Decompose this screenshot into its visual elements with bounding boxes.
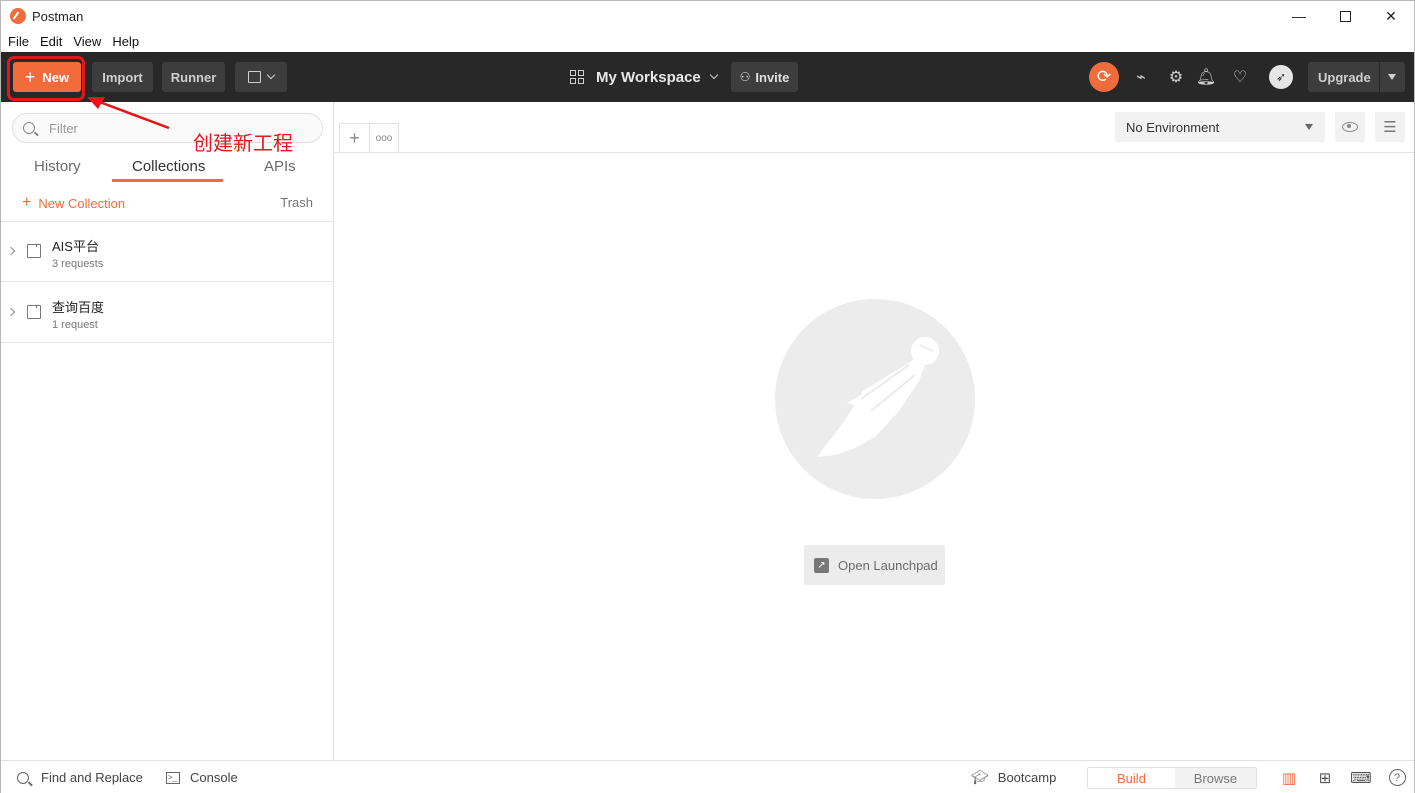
help-button[interactable]: ? (1386, 761, 1408, 793)
search-icon (17, 771, 29, 784)
bootcamp-label: Bootcamp (997, 770, 1057, 785)
bootcamp-button[interactable]: 🎓︎ Bootcamp (971, 761, 1056, 793)
environment-value: No Environment (1126, 119, 1220, 135)
two-pane-icon[interactable]: ▥ (1278, 761, 1300, 793)
environment-quick-look-button[interactable] (1335, 112, 1365, 142)
launchpad-label: Open Launchpad (838, 557, 938, 573)
split-icon[interactable]: ⊞ (1314, 761, 1336, 793)
request-tab-bar: + ooo No Environment ☰ (334, 102, 1414, 153)
add-tab-button[interactable]: + (340, 124, 369, 153)
build-mode-button[interactable]: Build (1088, 768, 1175, 788)
open-launchpad-button[interactable]: ↗ Open Launchpad (804, 545, 945, 585)
eye-icon (1342, 122, 1358, 132)
graduation-cap-icon: 🎓︎ (971, 769, 989, 785)
tab-actions: + ooo (339, 123, 399, 153)
more-tabs-button[interactable]: ooo (369, 124, 398, 153)
terminal-icon: >_ (166, 771, 180, 784)
help-icon: ? (1388, 769, 1406, 786)
status-bar: Find and Replace >_ Console 🎓︎ Bootcamp … (1, 760, 1414, 793)
sliders-icon: ☰ (1383, 119, 1397, 136)
find-replace-label: Find and Replace (41, 770, 143, 785)
manage-environments-button[interactable]: ☰ (1375, 112, 1405, 142)
environment-select[interactable]: No Environment (1115, 112, 1325, 142)
build-browse-toggle: Build Browse (1087, 767, 1257, 789)
console-button[interactable]: >_ Console (166, 761, 238, 793)
browse-mode-button[interactable]: Browse (1174, 768, 1256, 788)
find-replace-button[interactable]: Find and Replace (17, 761, 143, 793)
caret-down-icon (1305, 124, 1313, 130)
console-label: Console (190, 770, 238, 785)
rocket-man-icon (817, 337, 939, 457)
external-link-icon: ↗ (814, 557, 829, 573)
keyboard-icon[interactable]: ⌨ (1350, 761, 1372, 793)
postman-window: Postman — ✕ File Edit View Help + New Im… (0, 0, 1415, 793)
postman-mascot-icon (775, 299, 975, 499)
